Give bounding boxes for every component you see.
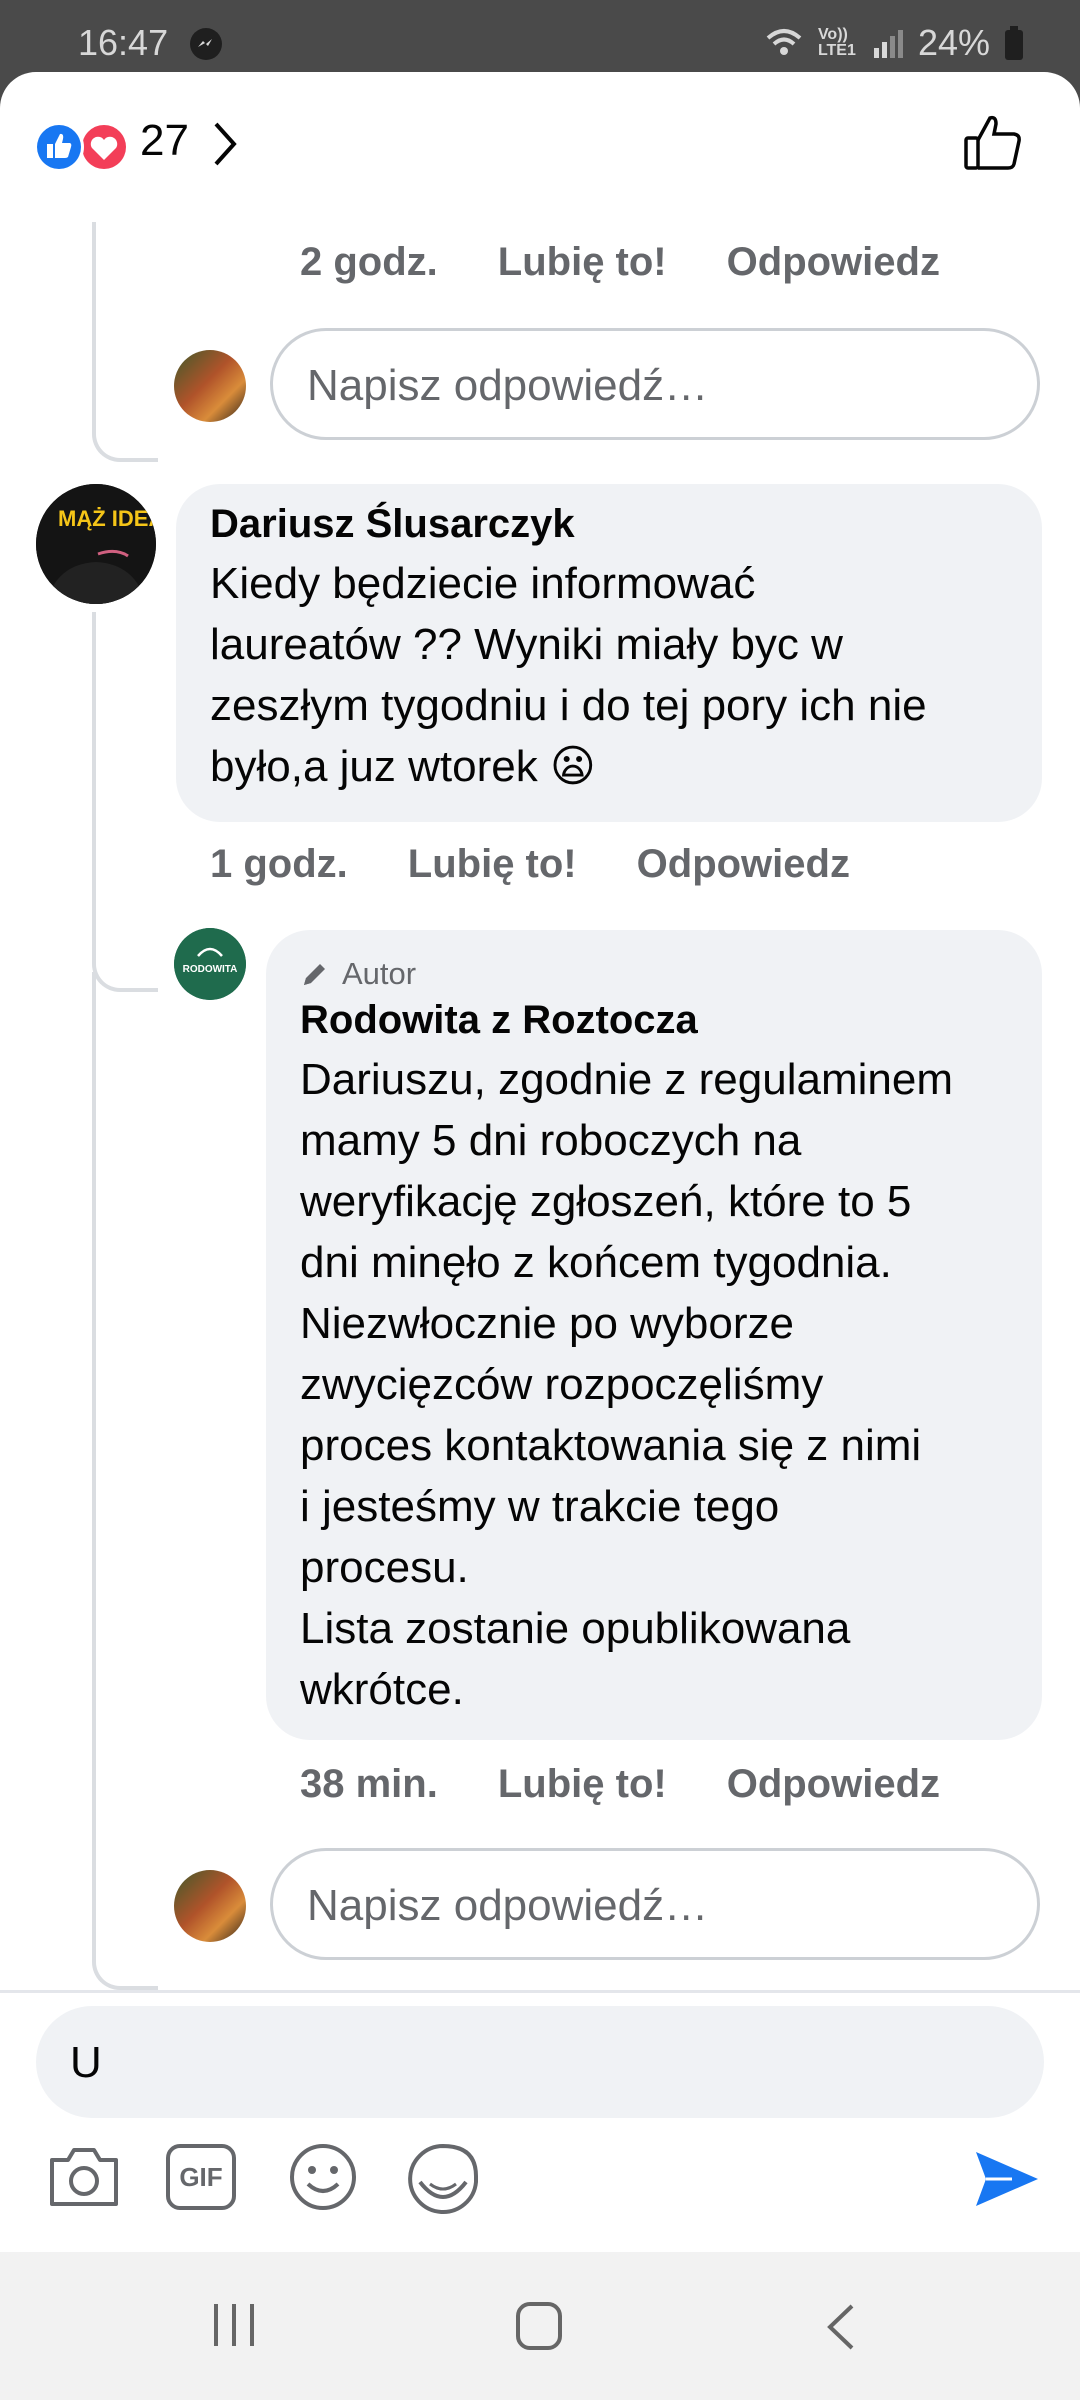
reply-link[interactable]: Odpowiedz (637, 842, 850, 887)
comments-sheet: 27 2 godz. Lubię to! Odpowiedz Napisz od… (0, 72, 1080, 2252)
emoji-icon[interactable] (288, 2142, 358, 2212)
reply-input[interactable]: Napisz odpowiedź… (270, 328, 1040, 440)
divider (0, 1990, 1080, 1993)
like-link[interactable]: Lubię to! (498, 1762, 667, 1807)
comment-actions: 2 godz. Lubię to! Odpowiedz (300, 240, 940, 285)
battery-percent: 24% (917, 22, 990, 63)
reaction-count[interactable]: 27 (140, 116, 189, 166)
reactions-header: 27 (0, 72, 1080, 222)
author-badge: Autor (300, 956, 1008, 992)
thread-line (92, 612, 158, 992)
comment-text: Kiedy będziecie informować laureatów ?? … (210, 559, 927, 791)
wifi-icon (766, 29, 802, 55)
pencil-icon (304, 964, 325, 985)
gif-label: GIF (179, 2162, 223, 2192)
reply-input[interactable]: Napisz odpowiedź… (270, 1848, 1040, 1960)
comment-time: 1 godz. (210, 842, 348, 886)
send-icon[interactable] (972, 2148, 1042, 2210)
comment-author[interactable]: Rodowita z Roztocza (300, 998, 1008, 1043)
like-reaction-icon (34, 122, 84, 172)
comment-time: 38 min. (300, 1762, 438, 1806)
comment-bubble[interactable]: Dariusz Ślusarczyk Kiedy będziecie infor… (176, 484, 1042, 822)
reply-bubble[interactable]: Autor Rodowita z Roztocza Dariuszu, zgod… (266, 930, 1042, 1740)
comment-time: 2 godz. (300, 240, 438, 284)
comment-composer[interactable]: U (36, 2006, 1044, 2118)
like-link[interactable]: Lubię to! (408, 842, 577, 887)
reply-link[interactable]: Odpowiedz (727, 240, 940, 285)
user-avatar (174, 350, 246, 422)
back-icon[interactable] (822, 2302, 858, 2352)
signal-icon (873, 30, 903, 58)
comment-author[interactable]: Dariusz Ślusarczyk (210, 502, 1008, 547)
reply-placeholder: Napisz odpowiedź… (307, 361, 709, 410)
author-avatar[interactable]: MĄŻ IDEALNY (36, 484, 156, 604)
reactions-summary[interactable] (32, 120, 132, 174)
like-link[interactable]: Lubię to! (498, 240, 667, 285)
comment-actions: 1 godz. Lubię to! Odpowiedz (210, 842, 850, 887)
page-avatar[interactable]: RODOWITA (174, 928, 246, 1000)
comment-actions: 38 min. Lubię to! Odpowiedz (300, 1762, 940, 1807)
gif-icon[interactable]: GIF (166, 2144, 236, 2210)
chevron-right-icon[interactable] (210, 118, 240, 170)
battery-icon (1005, 26, 1023, 60)
status-bar: 16:47 Vo)) LTE1 24% (0, 0, 1080, 80)
user-avatar (174, 1870, 246, 1942)
comment-text: Dariuszu, zgodnie z regulaminem mamy 5 d… (300, 1055, 953, 1714)
sticker-icon[interactable] (406, 2142, 480, 2216)
avatar-text: RODOWITA (183, 964, 238, 975)
home-icon[interactable] (514, 2302, 564, 2352)
badge-label: Autor (342, 956, 417, 991)
recents-icon[interactable] (210, 2302, 260, 2348)
thread-line (92, 972, 158, 1990)
thumbs-up-icon[interactable] (962, 112, 1024, 174)
avatar-text: MĄŻ IDEALNY (58, 506, 156, 531)
reply-placeholder: Napisz odpowiedź… (307, 1881, 709, 1930)
camera-icon[interactable] (46, 2142, 122, 2212)
system-nav-bar (0, 2252, 1080, 2400)
clock: 16:47 (78, 22, 169, 63)
network-label: Vo)) LTE1 (817, 26, 856, 59)
thread-line (92, 222, 158, 462)
love-reaction-icon (79, 122, 129, 172)
reply-link[interactable]: Odpowiedz (727, 1762, 940, 1807)
messenger-icon (190, 28, 222, 60)
composer-text: U (70, 2038, 102, 2087)
status-icons: Vo)) LTE1 24% (764, 22, 1024, 64)
composer-toolbar: GIF (0, 2142, 1080, 2252)
